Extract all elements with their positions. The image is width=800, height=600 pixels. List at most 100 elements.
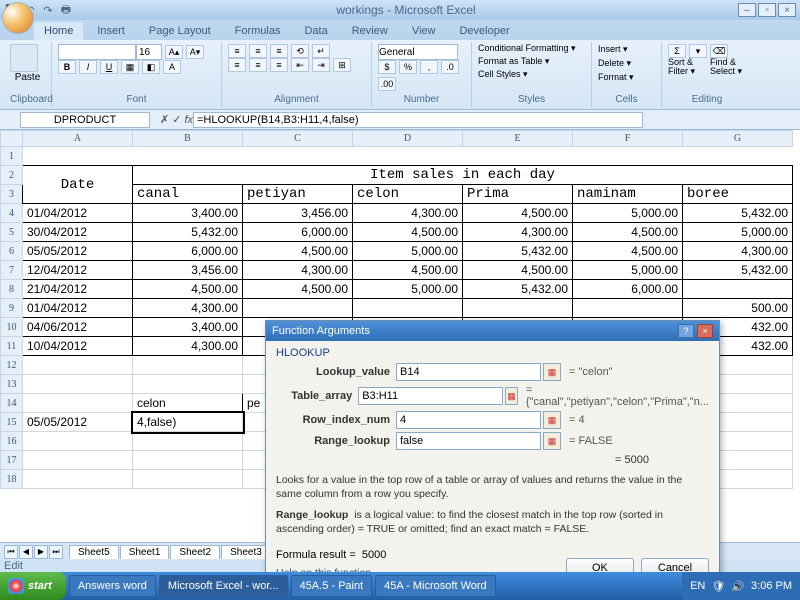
next-sheet-icon[interactable]: ▶: [34, 545, 48, 559]
taskbar: start Answers word Microsoft Excel - wor…: [0, 572, 800, 600]
col-B[interactable]: B: [133, 131, 243, 147]
active-cell[interactable]: 4,false): [133, 413, 243, 432]
tab-review[interactable]: Review: [342, 22, 398, 40]
prev-sheet-icon[interactable]: ◀: [19, 545, 33, 559]
dialog-titlebar[interactable]: Function Arguments ? ×: [266, 321, 719, 341]
col-A[interactable]: A: [23, 131, 133, 147]
underline-button[interactable]: U: [100, 60, 118, 74]
orientation-icon[interactable]: ⟲: [291, 44, 309, 58]
sheet-tab[interactable]: Sheet5: [69, 545, 119, 559]
sheet-tab[interactable]: Sheet3: [221, 545, 271, 559]
col-D[interactable]: D: [353, 131, 463, 147]
clear-icon[interactable]: ⌫: [710, 44, 728, 58]
range-picker-icon[interactable]: ▦: [543, 432, 561, 450]
font-color-button[interactable]: A: [163, 60, 181, 74]
sort-filter-button[interactable]: Sort & Filter ▾: [668, 58, 704, 76]
col-F[interactable]: F: [573, 131, 683, 147]
comma-icon[interactable]: ,: [420, 60, 438, 74]
lookup-value-input[interactable]: [396, 363, 541, 381]
taskbar-item[interactable]: 45A - Microsoft Word: [375, 575, 496, 597]
align-left-icon[interactable]: ≡: [228, 58, 246, 72]
font-size-input[interactable]: [136, 44, 162, 60]
tab-page-layout[interactable]: Page Layout: [139, 22, 221, 40]
col-G[interactable]: G: [683, 131, 793, 147]
select-all[interactable]: [1, 131, 23, 147]
col-E[interactable]: E: [463, 131, 573, 147]
font-name-input[interactable]: [58, 44, 136, 60]
title-cell[interactable]: Item sales in each day: [133, 166, 793, 185]
format-table-button[interactable]: Format as Table ▾: [478, 57, 549, 67]
italic-button[interactable]: I: [79, 60, 97, 74]
range-picker-icon[interactable]: ▦: [543, 411, 561, 429]
border-button[interactable]: ▦: [121, 60, 139, 74]
range-picker-icon[interactable]: ▦: [543, 363, 561, 381]
paste-icon[interactable]: [10, 44, 38, 72]
cell-styles-button[interactable]: Cell Styles ▾: [478, 70, 528, 80]
find-select-button[interactable]: Find & Select ▾: [710, 58, 746, 76]
percent-icon[interactable]: %: [399, 60, 417, 74]
range-lookup-input[interactable]: [396, 432, 541, 450]
clock[interactable]: 3:06 PM: [751, 580, 792, 592]
redo-icon[interactable]: ↷: [40, 2, 56, 18]
minimize-button[interactable]: –: [738, 3, 756, 17]
first-sheet-icon[interactable]: ⏮: [4, 545, 18, 559]
group-clipboard: Clipboard: [10, 94, 45, 105]
col-C[interactable]: C: [243, 131, 353, 147]
align-right-icon[interactable]: ≡: [270, 58, 288, 72]
tab-data[interactable]: Data: [294, 22, 337, 40]
number-format-select[interactable]: [378, 44, 458, 60]
tab-insert[interactable]: Insert: [87, 22, 135, 40]
align-center-icon[interactable]: ≡: [249, 58, 267, 72]
taskbar-item[interactable]: Answers word: [69, 575, 156, 597]
fx-icon[interactable]: fx: [184, 114, 193, 126]
shrink-font-icon[interactable]: A▾: [186, 45, 204, 59]
office-button[interactable]: [2, 2, 34, 34]
indent-dec-icon[interactable]: ⇤: [291, 58, 309, 72]
tab-formulas[interactable]: Formulas: [225, 22, 291, 40]
tray-icon[interactable]: 🛡: [711, 580, 725, 593]
system-tray[interactable]: EN 🛡 🔊 3:06 PM: [682, 572, 800, 600]
print-icon[interactable]: 🖶: [58, 2, 74, 18]
dec-dec-icon[interactable]: .00: [378, 77, 396, 91]
range-picker-icon[interactable]: ▦: [505, 387, 518, 405]
name-box[interactable]: DPRODUCT: [20, 112, 150, 128]
grow-font-icon[interactable]: A▴: [165, 45, 183, 59]
cond-format-button[interactable]: Conditional Formatting ▾: [478, 44, 576, 54]
format-cells-button[interactable]: Format ▾: [598, 72, 634, 83]
wrap-text-icon[interactable]: ↵: [312, 44, 330, 58]
align-mid-icon[interactable]: ≡: [249, 44, 267, 58]
sheet-tab[interactable]: Sheet1: [120, 545, 170, 559]
formula-input[interactable]: [193, 112, 643, 128]
insert-cells-button[interactable]: Insert ▾: [598, 44, 628, 55]
fill-icon[interactable]: ▾: [689, 44, 707, 58]
inc-dec-icon[interactable]: .0: [441, 60, 459, 74]
last-sheet-icon[interactable]: ⏭: [49, 545, 63, 559]
tab-developer[interactable]: Developer: [449, 22, 519, 40]
merge-icon[interactable]: ⊞: [333, 58, 351, 72]
autosum-icon[interactable]: Σ: [668, 44, 686, 58]
language-indicator[interactable]: EN: [690, 580, 705, 592]
dialog-close-icon[interactable]: ×: [697, 324, 713, 338]
align-top-icon[interactable]: ≡: [228, 44, 246, 58]
align-bot-icon[interactable]: ≡: [270, 44, 288, 58]
enter-formula-icon[interactable]: ✓: [172, 113, 181, 126]
tray-icon[interactable]: 🔊: [731, 580, 745, 593]
maximize-button[interactable]: ▫: [758, 3, 776, 17]
indent-inc-icon[interactable]: ⇥: [312, 58, 330, 72]
table-array-input[interactable]: [358, 387, 503, 405]
taskbar-item[interactable]: 45A.5 - Paint: [291, 575, 373, 597]
taskbar-item[interactable]: Microsoft Excel - wor...: [159, 575, 288, 597]
date-header[interactable]: Date: [23, 166, 133, 204]
tab-home[interactable]: Home: [34, 22, 83, 40]
close-button[interactable]: ×: [778, 3, 796, 17]
cancel-formula-icon[interactable]: ✗: [160, 113, 169, 126]
bold-button[interactable]: B: [58, 60, 76, 74]
sheet-tab[interactable]: Sheet2: [170, 545, 220, 559]
start-button[interactable]: start: [0, 572, 66, 600]
tab-view[interactable]: View: [402, 22, 446, 40]
fill-color-button[interactable]: ◧: [142, 60, 160, 74]
delete-cells-button[interactable]: Delete ▾: [598, 58, 631, 69]
row-index-input[interactable]: [396, 411, 541, 429]
currency-icon[interactable]: $: [378, 60, 396, 74]
dialog-help-icon[interactable]: ?: [678, 324, 694, 338]
